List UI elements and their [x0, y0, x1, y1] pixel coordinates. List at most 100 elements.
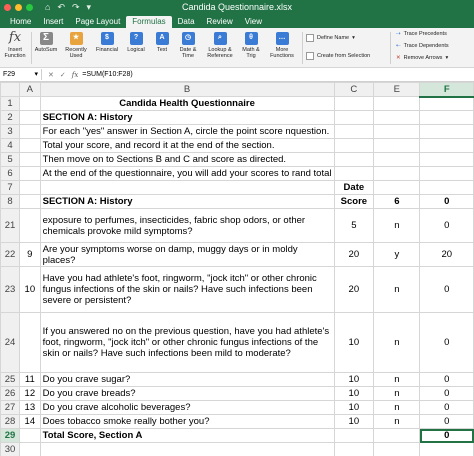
cell-e[interactable]: [373, 110, 421, 125]
confirm-icon[interactable]: ✓: [60, 71, 66, 79]
cell-f[interactable]: 0: [419, 414, 474, 429]
recently-used-button[interactable]: ★ Recently Used: [62, 30, 90, 60]
cell-f[interactable]: [419, 166, 474, 181]
cell-a[interactable]: 9: [19, 242, 41, 267]
cell-c[interactable]: 10: [333, 372, 375, 387]
cell-c[interactable]: 20: [333, 266, 375, 313]
row-header[interactable]: 21: [0, 208, 21, 243]
cell-c[interactable]: 10: [333, 312, 375, 373]
row-header[interactable]: 24: [0, 312, 21, 373]
name-box[interactable]: F29 ▾: [0, 69, 42, 80]
cell-a[interactable]: [19, 312, 41, 373]
tab-insert[interactable]: Insert: [37, 16, 69, 28]
close-window-button[interactable]: [4, 4, 11, 11]
row-header[interactable]: 6: [0, 166, 21, 181]
cell-a[interactable]: 13: [19, 400, 41, 415]
tab-home[interactable]: Home: [4, 16, 37, 28]
cell-e[interactable]: [373, 138, 421, 153]
cell-c[interactable]: [333, 138, 375, 153]
cell-a[interactable]: [19, 428, 41, 443]
cell-b[interactable]: [39, 442, 335, 456]
cell-b[interactable]: If you answered no on the previous quest…: [39, 312, 335, 373]
tab-view[interactable]: View: [239, 16, 268, 28]
cell-c[interactable]: Score: [333, 194, 375, 209]
fx-icon[interactable]: fx: [72, 71, 79, 79]
cell-b[interactable]: Does tobacco smoke really bother you?: [39, 414, 335, 429]
trace-precedents-button[interactable]: ⇢ Trace Precedents: [396, 31, 447, 37]
cell-a[interactable]: [19, 110, 41, 125]
cancel-icon[interactable]: ✕: [48, 71, 54, 79]
cell-e[interactable]: [373, 152, 421, 167]
customize-toolbar-icon[interactable]: ▾: [87, 2, 92, 13]
cell-c[interactable]: 10: [333, 386, 375, 401]
cell-e[interactable]: n: [373, 372, 421, 387]
cell-e[interactable]: [373, 428, 421, 443]
text-button[interactable]: A Text: [152, 30, 172, 53]
formula-input[interactable]: =SUM(F10:F28): [82, 71, 132, 78]
column-header-e[interactable]: E: [373, 82, 421, 97]
cell-e[interactable]: [373, 96, 421, 111]
row-header[interactable]: 22: [0, 242, 21, 267]
math-trig-button[interactable]: θ Math & Trig: [239, 30, 263, 60]
insert-function-button[interactable]: fx Insert Function: [2, 30, 28, 60]
cell-f[interactable]: 20: [419, 242, 474, 267]
cell-f[interactable]: [419, 180, 474, 195]
row-header[interactable]: 4: [0, 138, 21, 153]
cell-c[interactable]: [333, 442, 375, 456]
cell-f[interactable]: [419, 442, 474, 456]
cell-f[interactable]: [419, 124, 474, 139]
cell-e[interactable]: 6: [373, 194, 421, 209]
cell-f[interactable]: 0: [419, 194, 474, 209]
cell-e[interactable]: n: [373, 414, 421, 429]
cell-f[interactable]: [419, 138, 474, 153]
row-header[interactable]: 25: [0, 372, 21, 387]
home-icon[interactable]: ⌂: [45, 2, 50, 13]
cell-e[interactable]: n: [373, 208, 421, 243]
cell-a[interactable]: [19, 208, 41, 243]
cell-f[interactable]: 0: [419, 400, 474, 415]
cell-a[interactable]: 12: [19, 386, 41, 401]
cell-f[interactable]: [419, 110, 474, 125]
row-header[interactable]: 8: [0, 194, 21, 209]
cell-e[interactable]: [373, 442, 421, 456]
cell-a[interactable]: [19, 442, 41, 456]
tab-data[interactable]: Data: [172, 16, 201, 28]
cell-e[interactable]: y: [373, 242, 421, 267]
cell-f[interactable]: [419, 96, 474, 111]
cell-a[interactable]: 10: [19, 266, 41, 313]
cell-b[interactable]: Do you crave alcoholic beverages?: [39, 400, 335, 415]
cell-a[interactable]: 14: [19, 414, 41, 429]
cell-b[interactable]: SECTION A: History: [39, 110, 335, 125]
cell-e[interactable]: n: [373, 386, 421, 401]
cell-b[interactable]: Do you crave sugar?: [39, 372, 335, 387]
row-header[interactable]: 26: [0, 386, 21, 401]
trace-dependents-button[interactable]: ⇠ Trace Dependents: [396, 43, 449, 49]
row-header[interactable]: 29: [0, 428, 21, 443]
cell-e[interactable]: n: [373, 312, 421, 373]
cell-c[interactable]: [333, 110, 375, 125]
cell-a[interactable]: [19, 124, 41, 139]
column-header-c[interactable]: C: [333, 82, 375, 97]
cell-f[interactable]: 0: [419, 312, 474, 373]
cell-c[interactable]: Date: [333, 180, 375, 195]
row-header[interactable]: 1: [0, 96, 21, 111]
cell-c[interactable]: [333, 428, 375, 443]
cell-f[interactable]: 0: [419, 428, 474, 443]
cell-b[interactable]: exposure to perfumes, insecticides, fabr…: [39, 208, 335, 243]
cell-c[interactable]: 10: [333, 414, 375, 429]
cell-a[interactable]: [19, 180, 41, 195]
cell-e[interactable]: [373, 124, 421, 139]
cell-b[interactable]: SECTION A: History: [39, 194, 335, 209]
define-name-button[interactable]: Define Name ▾: [306, 34, 355, 42]
row-header[interactable]: 3: [0, 124, 21, 139]
cell-b[interactable]: For each "yes" answer in Section A, circ…: [39, 124, 335, 139]
row-header[interactable]: 27: [0, 400, 21, 415]
remove-arrows-button[interactable]: ✕ Remove Arrows ▾: [396, 55, 448, 61]
cell-a[interactable]: [19, 152, 41, 167]
cell-a[interactable]: [19, 166, 41, 181]
create-from-selection-button[interactable]: Create from Selection: [306, 52, 370, 60]
cell-c[interactable]: 10: [333, 400, 375, 415]
cell-b[interactable]: Then move on to Sections B and C and sco…: [39, 152, 335, 167]
cell-c[interactable]: [333, 166, 375, 181]
cell-c[interactable]: [333, 152, 375, 167]
